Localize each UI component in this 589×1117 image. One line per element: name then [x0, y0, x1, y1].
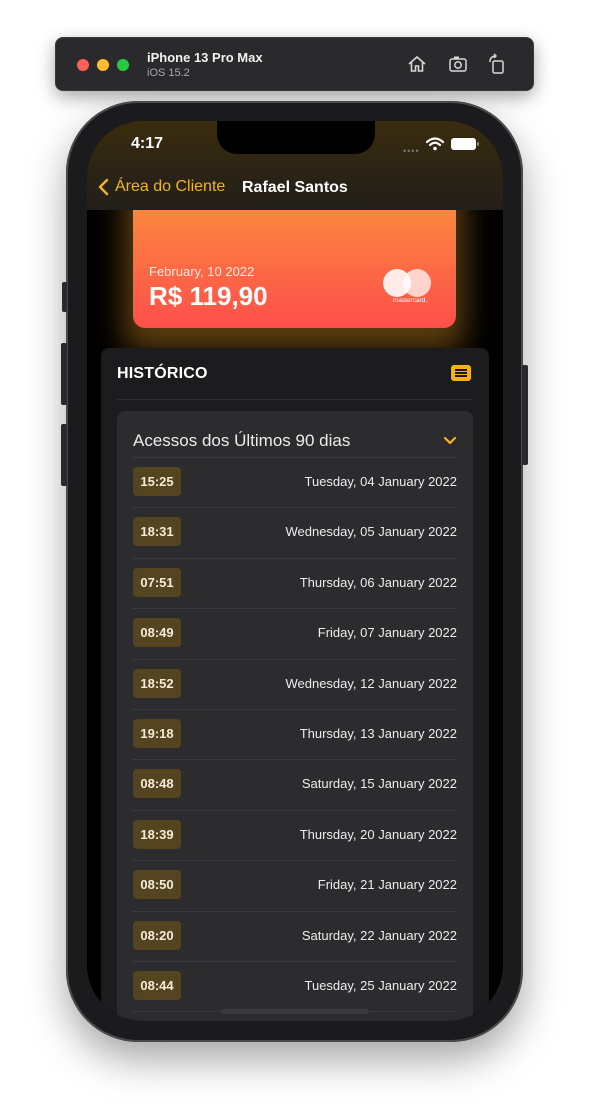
list-item[interactable]: 08:50 Friday, 21 January 2022 [132, 860, 457, 910]
power-button [522, 365, 528, 465]
access-date: Wednesday, 12 January 2022 [285, 675, 457, 691]
access-date: Tuesday, 25 January 2022 [304, 978, 458, 993]
time-badge: 18:52 [133, 668, 181, 698]
time-badge: 08:48 [133, 769, 181, 799]
section-title[interactable]: Acessos dos Últimos 90 dias [133, 431, 350, 451]
card-brand: mastercard. [392, 297, 428, 304]
simulator-device-name: iPhone 13 Pro Max [147, 50, 263, 65]
payment-card[interactable]: February, 10 2022 R$ 119,90 mastercard. [133, 191, 456, 328]
list-item[interactable]: 08:48 Saturday, 15 January 2022 [132, 759, 457, 809]
list-icon[interactable] [451, 365, 471, 381]
minimize-window-button[interactable] [97, 59, 109, 71]
home-icon[interactable] [406, 53, 428, 75]
list-item[interactable]: 18:31 Wednesday, 05 January 2022 [132, 507, 457, 557]
list-item[interactable]: 08:20 Saturday, 22 January 2022 [132, 910, 457, 961]
card-amount: R$ 119,90 [149, 281, 268, 311]
time-badge: 08:49 [133, 618, 181, 648]
card-date: February, 10 2022 [149, 264, 255, 279]
access-date: Friday, 21 January 2022 [317, 877, 457, 893]
list-item[interactable]: 08:49 Friday, 07 January 2022 [132, 608, 457, 658]
access-history-section: Acessos dos Últimos 90 dias 15:25 Tuesda… [117, 411, 473, 1021]
divider [117, 399, 473, 400]
list-item[interactable]: 18:39 Thursday, 20 January 2022 [132, 809, 457, 860]
history-title: HISTÓRICO [117, 365, 208, 382]
time-badge: 08:44 [133, 971, 181, 1000]
chevron-left-icon [98, 178, 109, 196]
access-date: Saturday, 15 January 2022 [301, 776, 457, 792]
list-item[interactable]: 19:18 Thursday, 13 January 2022 [132, 709, 457, 759]
back-button-label: Área do Cliente [115, 178, 226, 195]
cellular-signal-icon: •••• [403, 146, 420, 156]
chevron-down-icon[interactable] [443, 436, 457, 446]
status-time: 4:17 [131, 135, 164, 152]
time-badge: 19:18 [133, 719, 181, 748]
close-window-button[interactable] [77, 59, 89, 71]
time-badge: 18:39 [133, 819, 181, 849]
time-badge: 08:50 [133, 870, 181, 900]
wifi-icon [426, 137, 444, 151]
list-item[interactable]: 18:52 Wednesday, 12 January 2022 [132, 658, 457, 709]
time-badge: 07:51 [133, 567, 181, 597]
phone-screen: February, 10 2022 R$ 119,90 mastercard. … [87, 121, 503, 1021]
time-badge: 08:20 [133, 920, 181, 950]
list-item[interactable]: 15:25 Tuesday, 04 January 2022 [132, 457, 457, 507]
rotate-icon[interactable] [486, 53, 508, 75]
access-date: Friday, 07 January 2022 [317, 625, 457, 641]
access-date: Saturday, 22 January 2022 [301, 927, 457, 943]
screenshot-icon[interactable] [447, 53, 469, 75]
zoom-window-button[interactable] [117, 59, 129, 71]
time-badge: 15:25 [133, 467, 181, 496]
simulator-title-bar: iPhone 13 Pro Max iOS 15.2 [55, 37, 534, 91]
volume-down-button [61, 424, 67, 486]
history-panel: HISTÓRICO Acessos dos Últimos 90 dias 15… [101, 348, 489, 1021]
simulator-os-version: iOS 15.2 [147, 67, 190, 79]
home-indicator[interactable] [221, 1009, 369, 1014]
mute-switch [62, 282, 67, 312]
time-badge: 18:31 [133, 517, 181, 547]
list-item[interactable]: 08:44 Tuesday, 25 January 2022 [132, 961, 457, 1011]
access-date: Tuesday, 04 January 2022 [304, 474, 458, 489]
access-date: Thursday, 20 January 2022 [299, 826, 457, 842]
volume-up-button [61, 343, 67, 405]
access-date: Thursday, 06 January 2022 [299, 574, 457, 590]
notch [217, 121, 375, 154]
access-date: Thursday, 13 January 2022 [299, 726, 457, 741]
access-date: Wednesday, 05 January 2022 [285, 524, 457, 540]
list-item[interactable]: 07:51 Thursday, 06 January 2022 [132, 557, 457, 608]
nav-title: Rafael Santos [242, 179, 348, 196]
battery-icon [451, 138, 479, 150]
back-button[interactable]: Área do Cliente [97, 178, 225, 196]
mastercard-logo-icon: mastercard. [383, 269, 433, 307]
